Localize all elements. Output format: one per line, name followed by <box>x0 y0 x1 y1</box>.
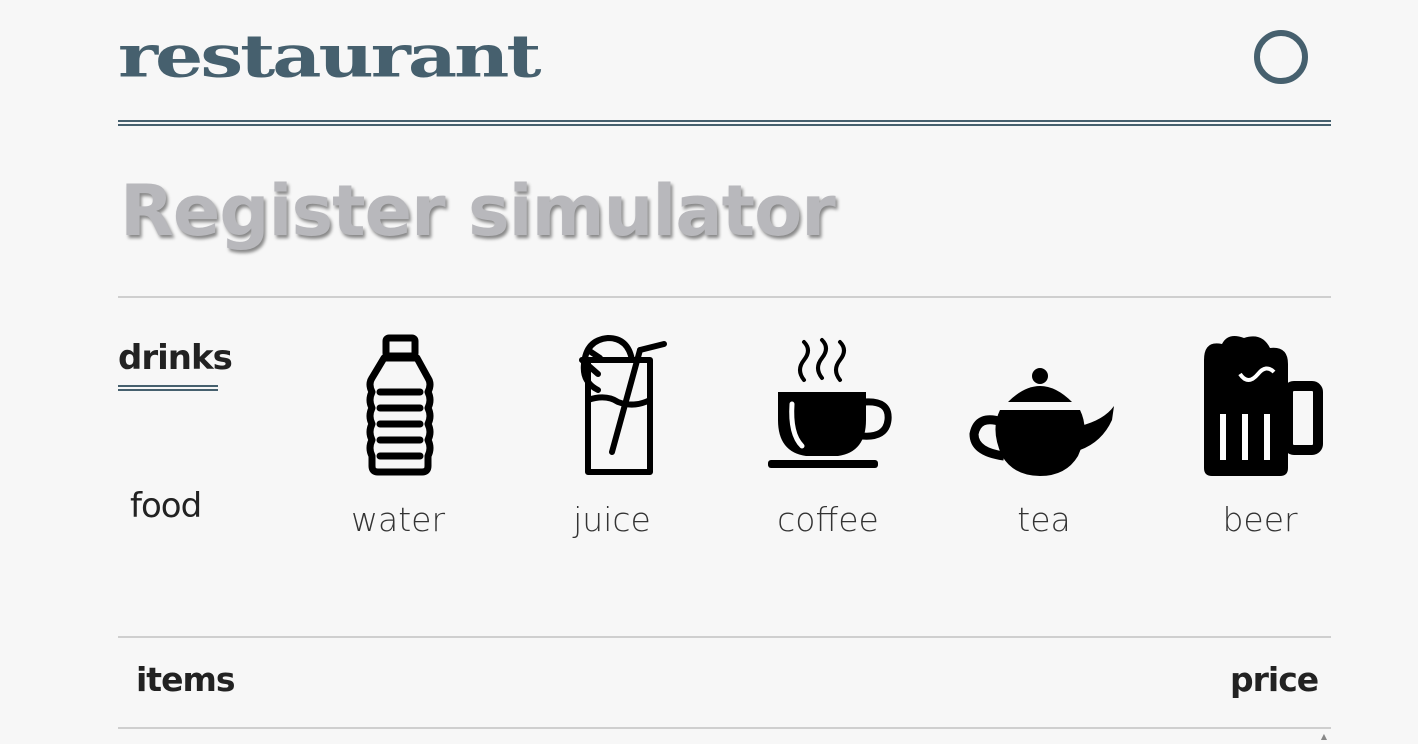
section-divider <box>118 296 1331 298</box>
product-coffee[interactable]: coffee <box>738 330 918 550</box>
header-divider-bottom <box>118 124 1331 126</box>
product-label: tea <box>1017 500 1071 539</box>
table-divider-top <box>118 636 1331 638</box>
table-divider-bottom <box>118 727 1331 729</box>
category-tab-underline <box>118 385 218 387</box>
category-tab-food[interactable]: food <box>130 486 202 526</box>
product-juice[interactable]: juice <box>522 330 702 550</box>
scroll-up-arrow[interactable]: ▲ <box>1318 731 1330 743</box>
water-bottle-icon <box>308 330 488 480</box>
header-divider-top <box>118 120 1331 122</box>
items-column-header: items <box>136 660 235 699</box>
category-tab-underline <box>118 389 218 391</box>
brand-logo[interactable]: restaurant <box>118 19 541 94</box>
product-label: coffee <box>777 500 879 539</box>
price-column-header: price <box>1230 660 1319 699</box>
product-beer[interactable]: beer <box>1170 330 1350 550</box>
juice-glass-icon <box>522 330 702 480</box>
product-label: water <box>350 500 446 539</box>
circle-icon[interactable] <box>1254 30 1308 84</box>
beer-mug-icon <box>1170 330 1350 480</box>
page-title: Register simulator <box>120 170 836 252</box>
teapot-icon <box>954 330 1134 480</box>
product-label: juice <box>573 500 651 539</box>
product-water[interactable]: water <box>308 330 488 550</box>
coffee-cup-icon <box>738 330 918 480</box>
product-label: beer <box>1222 500 1298 539</box>
product-tea[interactable]: tea <box>954 330 1134 550</box>
category-tab-drinks[interactable]: drinks <box>118 338 233 378</box>
